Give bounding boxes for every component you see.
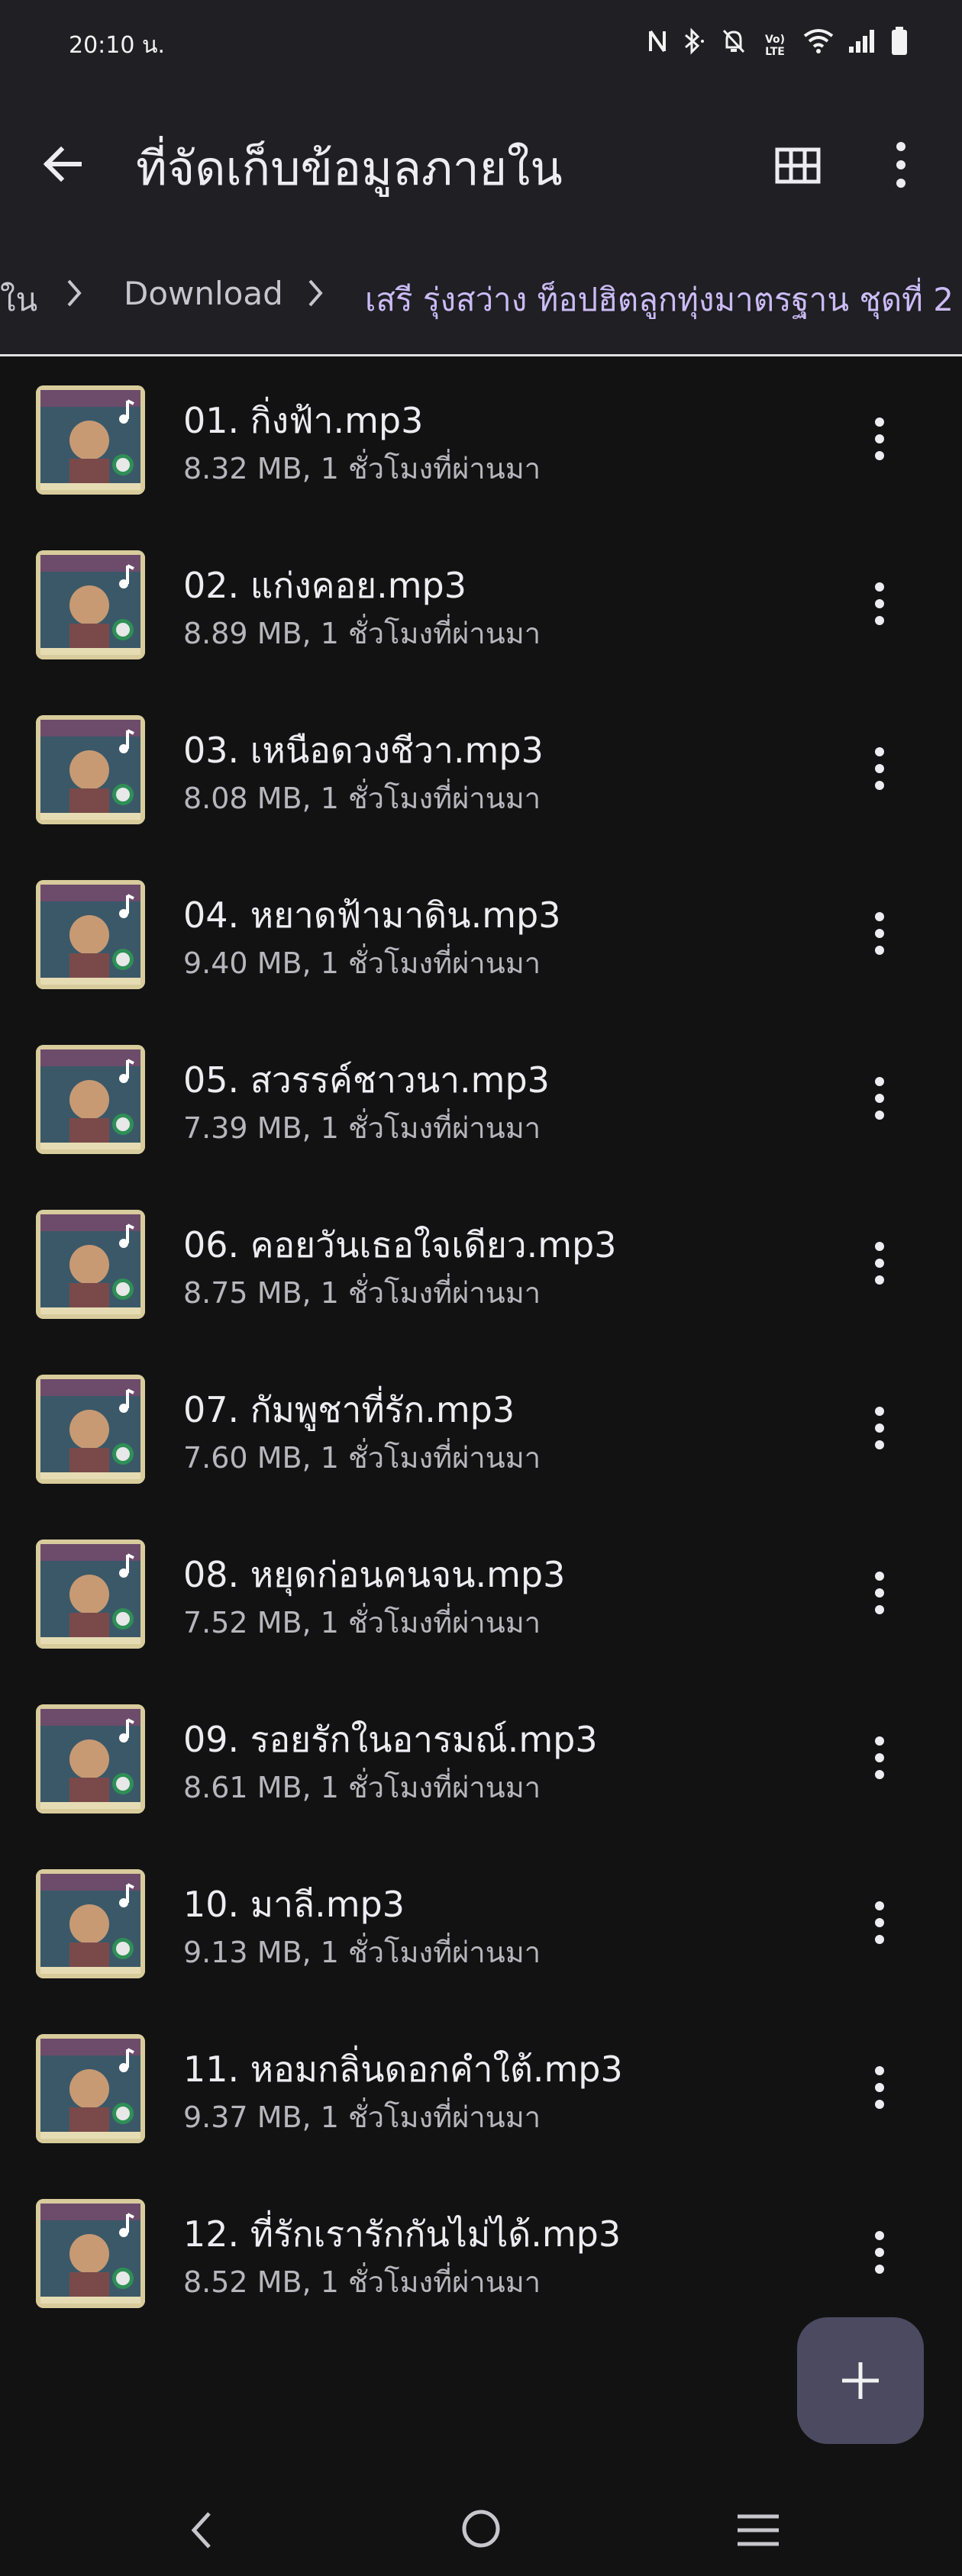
volte-icon: Vo) LTE <box>764 33 786 58</box>
file-name: 11. หอมกลิ่นดอกคำใต้.mp3 <box>183 2049 623 2090</box>
file-meta: 7.52 MB, 1 ชั่วโมงที่ผ่านมา <box>183 1606 541 1639</box>
album-art-thumbnail <box>36 385 145 495</box>
album-art-thumbnail <box>36 1869 145 1978</box>
album-art-thumbnail <box>36 1375 145 1484</box>
more-vert-icon[interactable] <box>863 1729 896 1787</box>
file-row[interactable]: 03. เหนือดวงชีวา.mp3 8.08 MB, 1 ชั่วโมงท… <box>0 686 962 851</box>
file-row[interactable]: 08. หยุดก่อนคนจน.mp3 7.52 MB, 1 ชั่วโมงท… <box>0 1510 962 1675</box>
add-icon <box>842 2362 879 2399</box>
bluetooth-icon <box>681 27 707 63</box>
file-name: 10. มาลี.mp3 <box>183 1884 405 1925</box>
status-icons: Vo) LTE <box>647 26 909 65</box>
album-art-thumbnail <box>36 715 145 824</box>
navigation-bar <box>0 2484 962 2576</box>
wifi-icon <box>803 28 834 63</box>
file-meta: 8.32 MB, 1 ชั่วโมงที่ผ่านมา <box>183 452 541 485</box>
chevron-right-icon <box>67 279 82 307</box>
battery-icon <box>890 26 909 65</box>
breadcrumb-item-storage[interactable]: ใน <box>0 275 37 325</box>
album-art-thumbnail <box>36 1704 145 1814</box>
file-name: 01. กิ่งฟ้า.mp3 <box>183 400 424 441</box>
file-meta: 8.89 MB, 1 ชั่วโมงที่ผ่านมา <box>183 617 541 650</box>
file-name: 08. หยุดก่อนคนจน.mp3 <box>183 1554 566 1595</box>
file-name: 07. กัมพูชาที่รัก.mp3 <box>183 1389 515 1430</box>
file-row[interactable]: 06. คอยวันเธอใจเดียว.mp3 8.75 MB, 1 ชั่ว… <box>0 1181 962 1346</box>
file-row[interactable]: 10. มาลี.mp3 9.13 MB, 1 ชั่วโมงที่ผ่านมา <box>0 1840 962 2005</box>
file-row[interactable]: 11. หอมกลิ่นดอกคำใต้.mp3 9.37 MB, 1 ชั่ว… <box>0 2005 962 2170</box>
file-meta: 8.61 MB, 1 ชั่วโมงที่ผ่านมา <box>183 1771 541 1804</box>
album-art-thumbnail <box>36 1539 145 1649</box>
back-arrow-icon[interactable] <box>37 137 90 191</box>
file-name: 09. รอยรักในอารมณ์.mp3 <box>183 1719 598 1760</box>
signal-icon <box>847 28 876 63</box>
album-art-thumbnail <box>36 880 145 989</box>
more-vert-icon[interactable] <box>863 410 896 468</box>
more-vert-icon[interactable] <box>863 740 896 798</box>
file-meta: 8.75 MB, 1 ชั่วโมงที่ผ่านมา <box>183 1276 541 1310</box>
nav-home-icon[interactable] <box>458 2506 504 2552</box>
file-name: 06. คอยวันเธอใจเดียว.mp3 <box>183 1224 617 1265</box>
add-fab-button[interactable] <box>797 2317 924 2444</box>
app-bar: ที่จัดเก็บข้อมูลภายใน <box>0 84 962 237</box>
breadcrumb-item-download[interactable]: Download <box>124 275 283 312</box>
file-row[interactable]: 05. สวรรค์ชาวนา.mp3 7.39 MB, 1 ชั่วโมงที… <box>0 1016 962 1181</box>
album-art-thumbnail <box>36 550 145 659</box>
file-meta: 9.40 MB, 1 ชั่วโมงที่ผ่านมา <box>183 946 541 980</box>
mute-icon <box>721 27 747 63</box>
file-name: 04. หยาดฟ้ามาดิน.mp3 <box>183 895 561 936</box>
more-vert-icon[interactable] <box>863 1234 896 1292</box>
more-vert-icon[interactable] <box>863 1564 896 1622</box>
nfc-icon <box>647 28 667 63</box>
more-vert-icon[interactable] <box>863 1069 896 1127</box>
chevron-right-icon <box>308 279 323 307</box>
file-meta: 9.37 MB, 1 ชั่วโมงที่ผ่านมา <box>183 2100 541 2134</box>
file-row[interactable]: 07. กัมพูชาที่รัก.mp3 7.60 MB, 1 ชั่วโมง… <box>0 1346 962 1510</box>
more-vert-icon[interactable] <box>863 2223 896 2281</box>
more-vert-icon[interactable] <box>863 2059 896 2117</box>
file-meta: 8.52 MB, 1 ชั่วโมงที่ผ่านมา <box>183 2265 541 2299</box>
more-vert-icon[interactable] <box>863 1399 896 1457</box>
album-art-thumbnail <box>36 1210 145 1319</box>
nav-recents-icon[interactable] <box>733 2509 783 2552</box>
more-vert-icon[interactable] <box>863 575 896 633</box>
file-name: 05. สวรรค์ชาวนา.mp3 <box>183 1059 550 1101</box>
file-row[interactable]: 09. รอยรักในอารมณ์.mp3 8.61 MB, 1 ชั่วโม… <box>0 1675 962 1840</box>
file-meta: 7.60 MB, 1 ชั่วโมงที่ผ่านมา <box>183 1441 541 1475</box>
file-row[interactable]: 12. ที่รักเรารักกันไม่ได้.mp3 8.52 MB, 1… <box>0 2170 962 2335</box>
file-meta: 9.13 MB, 1 ชั่วโมงที่ผ่านมา <box>183 1936 541 1969</box>
album-art-thumbnail <box>36 1045 145 1154</box>
page-title: ที่จัดเก็บข้อมูลภายใน <box>136 140 563 196</box>
grid-view-icon[interactable] <box>771 139 825 192</box>
status-bar: 20:10 น. Vo) LTE <box>0 0 962 84</box>
album-art-thumbnail <box>36 2199 145 2308</box>
nav-back-icon[interactable] <box>183 2507 221 2553</box>
more-vert-icon[interactable] <box>863 1894 896 1952</box>
more-vert-icon[interactable] <box>863 904 896 962</box>
breadcrumb-item-current-folder[interactable]: เสรี รุ่งสว่าง ท็อปฮิตลูกทุ่งมาตรฐาน ชุด… <box>365 275 954 325</box>
file-row[interactable]: 02. แก่งคอย.mp3 8.89 MB, 1 ชั่วโมงที่ผ่า… <box>0 521 962 686</box>
file-meta: 8.08 MB, 1 ชั่วโมงที่ผ่านมา <box>183 782 541 815</box>
album-art-thumbnail <box>36 2034 145 2143</box>
breadcrumb: ใน Download เสรี รุ่งสว่าง ท็อปฮิตลูกทุ่… <box>0 237 962 356</box>
file-name: 03. เหนือดวงชีวา.mp3 <box>183 730 544 771</box>
file-row[interactable]: 04. หยาดฟ้ามาดิน.mp3 9.40 MB, 1 ชั่วโมงท… <box>0 851 962 1016</box>
file-name: 12. ที่รักเรารักกันไม่ได้.mp3 <box>183 2213 621 2255</box>
file-name: 02. แก่งคอย.mp3 <box>183 565 466 606</box>
more-vert-icon[interactable] <box>878 136 924 194</box>
file-meta: 7.39 MB, 1 ชั่วโมงที่ผ่านมา <box>183 1111 541 1145</box>
status-time: 20:10 น. <box>69 32 166 59</box>
file-row[interactable]: 01. กิ่งฟ้า.mp3 8.32 MB, 1 ชั่วโมงที่ผ่า… <box>0 356 962 521</box>
